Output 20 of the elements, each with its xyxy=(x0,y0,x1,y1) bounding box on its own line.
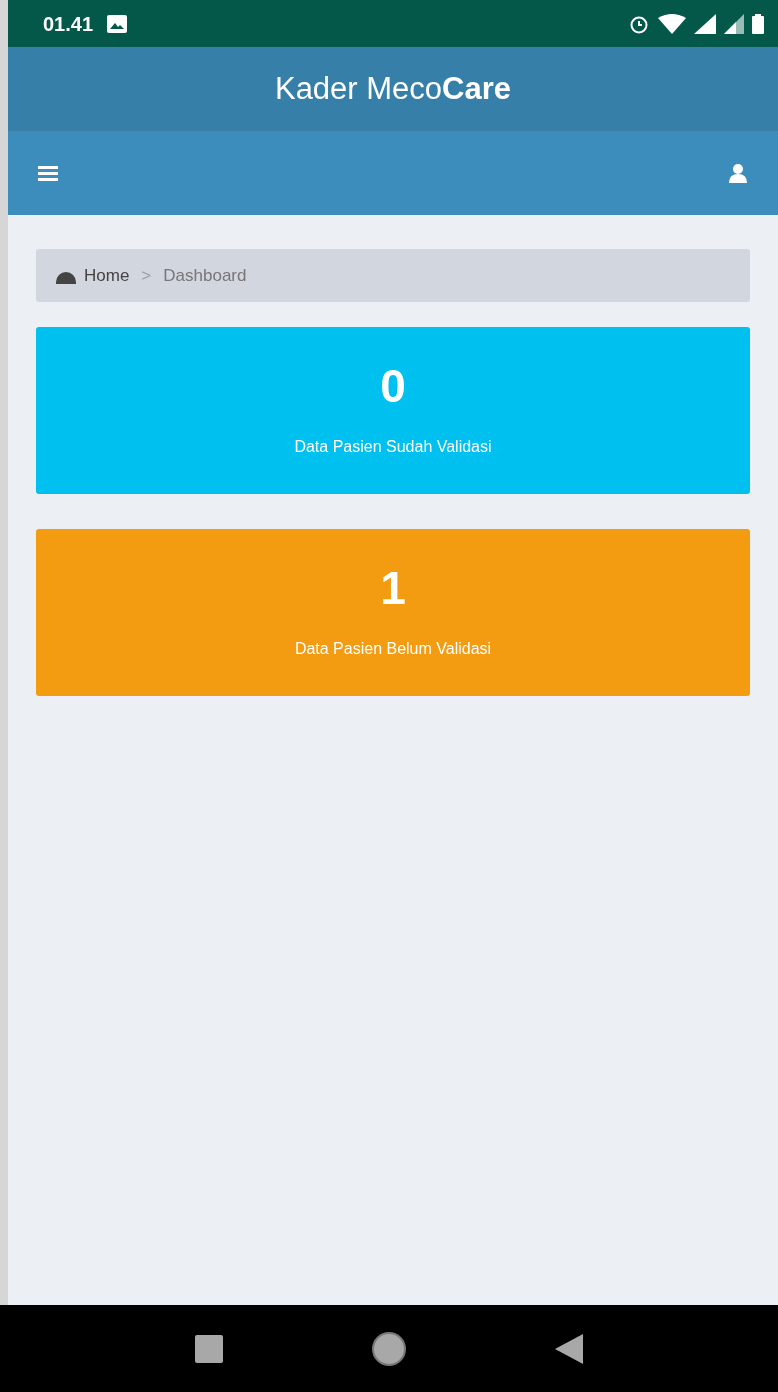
wifi-icon xyxy=(658,13,686,34)
breadcrumb-separator: > xyxy=(140,264,153,287)
back-icon[interactable] xyxy=(555,1333,584,1364)
status-time: 01.41 xyxy=(43,11,94,37)
user-icon xyxy=(728,163,748,183)
signal-icon xyxy=(694,13,716,34)
signal-icon xyxy=(724,13,744,34)
image-icon xyxy=(107,14,128,33)
recents-button[interactable] xyxy=(194,1334,223,1363)
user-button[interactable] xyxy=(728,163,748,183)
menu-button[interactable] xyxy=(38,163,58,183)
app-title: Kader MecoCare xyxy=(274,69,512,108)
breadcrumb-link[interactable]: Home xyxy=(84,262,130,289)
breadcrumb-current: Dashboard xyxy=(163,264,247,287)
stat-label: Data Pasien Sudah Validasi xyxy=(294,436,492,457)
stat-label: Data Pasien Belum Validasi xyxy=(294,638,492,659)
home-button[interactable] xyxy=(372,1331,406,1366)
battery-icon xyxy=(752,13,764,34)
stat-count: 1 xyxy=(380,564,406,611)
stat-count: 0 xyxy=(380,362,406,409)
